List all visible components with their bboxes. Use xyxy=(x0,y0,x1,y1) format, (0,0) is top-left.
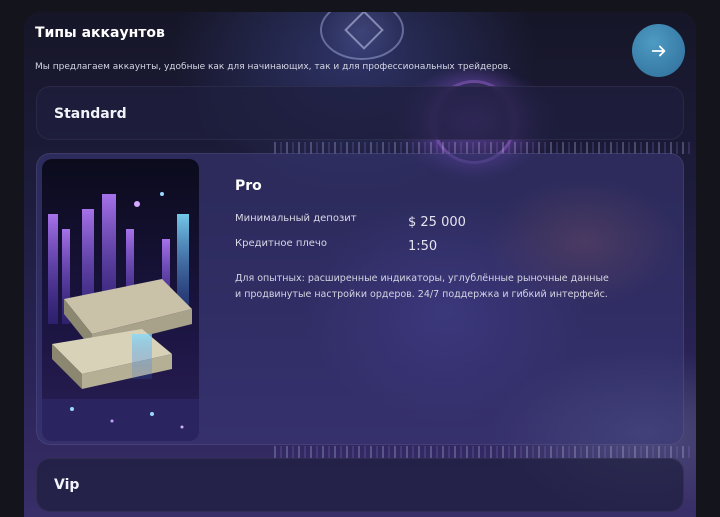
background-stripes xyxy=(274,446,694,458)
leverage-label: Кредитное плечо xyxy=(235,238,327,249)
account-row-vip[interactable]: Vip xyxy=(36,458,684,512)
background-coin-icon xyxy=(320,12,404,60)
account-label: Pro xyxy=(235,178,262,194)
account-row-standard[interactable]: Standard xyxy=(36,86,684,140)
account-card-pro[interactable]: Pro Минимальный депозит $ 25 000 Кредитн… xyxy=(36,153,684,445)
account-label: Standard xyxy=(54,106,127,122)
section-subtitle: Мы предлагаем аккаунты, удобные как для … xyxy=(35,62,512,72)
leverage-value: 1:50 xyxy=(408,239,438,254)
account-types-panel: Типы аккаунтов Мы предлагаем аккаунты, у… xyxy=(24,12,696,517)
pro-account-details: Pro Минимальный депозит $ 25 000 Кредитн… xyxy=(235,154,683,444)
account-label: Vip xyxy=(54,477,80,493)
pro-account-image xyxy=(42,159,199,441)
arrow-right-icon xyxy=(651,45,665,56)
min-deposit-value: $ 25 000 xyxy=(408,215,466,230)
section-title: Типы аккаунтов xyxy=(35,25,165,41)
next-button[interactable] xyxy=(632,24,685,77)
pro-account-description: Для опытных: расширенные индикаторы, угл… xyxy=(235,273,609,300)
min-deposit-label: Минимальный депозит xyxy=(235,213,357,224)
